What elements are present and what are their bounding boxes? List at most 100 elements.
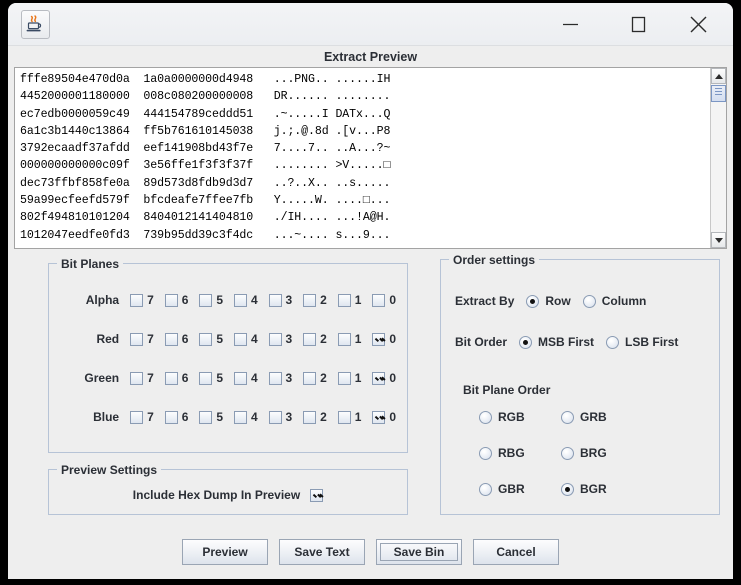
bit-plane-order-radio-grb[interactable] xyxy=(561,410,574,424)
hexdump-text[interactable]: fffe89504e470d0a 1a0a0000000d4948 ...PNG… xyxy=(15,68,710,248)
checkbox-green-bit-0[interactable] xyxy=(372,371,386,385)
extract-by-option-column[interactable]: Column xyxy=(582,294,646,308)
checkbox-green-bit-3[interactable] xyxy=(268,371,282,385)
checkbox-blue-bit-4[interactable] xyxy=(233,410,247,424)
bit-plane-cell-red-2[interactable]: 2 xyxy=(303,332,338,346)
save-text-button[interactable]: Save Text xyxy=(279,539,365,565)
bit-plane-cell-blue-0[interactable]: 0 xyxy=(372,410,407,424)
bit-plane-cell-alpha-2[interactable]: 2 xyxy=(303,293,338,307)
bit-plane-cell-alpha-0[interactable]: 0 xyxy=(372,293,407,307)
bit-plane-cell-red-6[interactable]: 6 xyxy=(164,332,200,346)
checkbox-blue-bit-5[interactable] xyxy=(199,410,213,424)
checkbox-blue-bit-7[interactable] xyxy=(130,410,144,424)
bit-plane-cell-red-7[interactable]: 7 xyxy=(130,332,165,346)
bit-plane-cell-green-0[interactable]: 0 xyxy=(372,371,407,385)
bit-plane-cell-alpha-3[interactable]: 3 xyxy=(268,293,304,307)
checkbox-alpha-bit-1[interactable] xyxy=(337,293,351,307)
checkbox-red-bit-3[interactable] xyxy=(268,332,282,346)
bit-plane-cell-alpha-6[interactable]: 6 xyxy=(164,293,200,307)
bit-plane-order-radio-bgr[interactable] xyxy=(561,482,574,496)
minimize-button[interactable] xyxy=(547,3,593,45)
bit-order-msb-radio[interactable] xyxy=(519,335,533,349)
bit-plane-order-option-bgr[interactable]: BGR xyxy=(561,482,643,496)
checkbox-alpha-bit-3[interactable] xyxy=(268,293,282,307)
bit-plane-cell-green-3[interactable]: 3 xyxy=(268,371,304,385)
bit-order-option-lsb[interactable]: LSB First xyxy=(606,335,678,349)
bit-plane-cell-red-5[interactable]: 5 xyxy=(199,332,234,346)
bit-plane-cell-alpha-5[interactable]: 5 xyxy=(199,293,234,307)
bit-plane-cell-green-1[interactable]: 1 xyxy=(337,371,373,385)
checkbox-green-bit-4[interactable] xyxy=(233,371,247,385)
bit-plane-cell-red-3[interactable]: 3 xyxy=(268,332,304,346)
extract-by-column-radio[interactable] xyxy=(582,294,596,308)
include-hex-dump-checkbox[interactable] xyxy=(310,488,324,502)
bit-plane-order-radio-gbr[interactable] xyxy=(479,482,492,496)
checkbox-blue-bit-3[interactable] xyxy=(268,410,282,424)
bit-order-lsb-radio[interactable] xyxy=(606,335,620,349)
checkbox-green-bit-5[interactable] xyxy=(199,371,213,385)
include-hex-dump-row[interactable]: Include Hex Dump In Preview xyxy=(49,488,407,502)
checkbox-red-bit-4[interactable] xyxy=(233,332,247,346)
checkbox-green-bit-1[interactable] xyxy=(337,371,351,385)
checkbox-green-bit-7[interactable] xyxy=(130,371,144,385)
bit-plane-order-option-rgb[interactable]: RGB xyxy=(479,410,561,424)
bit-plane-cell-blue-4[interactable]: 4 xyxy=(233,410,269,424)
preview-button[interactable]: Preview xyxy=(182,539,268,565)
checkbox-blue-bit-6[interactable] xyxy=(164,410,178,424)
hexdump-vertical-scrollbar[interactable] xyxy=(710,68,726,248)
bit-plane-cell-blue-6[interactable]: 6 xyxy=(164,410,200,424)
maximize-button[interactable] xyxy=(615,3,661,45)
bit-plane-cell-alpha-4[interactable]: 4 xyxy=(233,293,269,307)
bit-plane-cell-blue-7[interactable]: 7 xyxy=(130,410,165,424)
checkbox-red-bit-2[interactable] xyxy=(303,332,317,346)
cancel-button[interactable]: Cancel xyxy=(473,539,559,565)
bit-plane-order-option-gbr[interactable]: GBR xyxy=(479,482,561,496)
checkbox-red-bit-5[interactable] xyxy=(199,332,213,346)
bit-plane-cell-green-6[interactable]: 6 xyxy=(164,371,200,385)
bit-plane-cell-green-5[interactable]: 5 xyxy=(199,371,234,385)
bit-plane-cell-blue-3[interactable]: 3 xyxy=(268,410,304,424)
checkbox-blue-bit-1[interactable] xyxy=(337,410,351,424)
bit-order-option-msb[interactable]: MSB First xyxy=(519,335,594,349)
hexdump-textarea-container[interactable]: fffe89504e470d0a 1a0a0000000d4948 ...PNG… xyxy=(14,67,727,249)
bit-plane-channel-label-green: Green xyxy=(84,371,120,385)
bit-plane-cell-red-1[interactable]: 1 xyxy=(337,332,373,346)
bit-plane-order-option-rbg[interactable]: RBG xyxy=(479,446,561,460)
bit-plane-cell-red-4[interactable]: 4 xyxy=(233,332,269,346)
checkbox-alpha-bit-2[interactable] xyxy=(303,293,317,307)
bit-plane-order-radio-brg[interactable] xyxy=(561,446,574,460)
extract-by-option-row[interactable]: Row xyxy=(526,294,571,308)
close-button[interactable] xyxy=(675,3,721,45)
bit-plane-cell-green-4[interactable]: 4 xyxy=(233,371,269,385)
checkbox-red-bit-7[interactable] xyxy=(130,332,144,346)
checkbox-green-bit-2[interactable] xyxy=(303,371,317,385)
checkbox-alpha-bit-5[interactable] xyxy=(199,293,213,307)
scroll-down-arrow-icon[interactable] xyxy=(711,232,726,248)
save-bin-button[interactable]: Save Bin xyxy=(376,539,462,565)
checkbox-red-bit-1[interactable] xyxy=(337,332,351,346)
checkbox-blue-bit-0[interactable] xyxy=(372,410,386,424)
scroll-up-arrow-icon[interactable] xyxy=(711,68,726,84)
checkbox-alpha-bit-7[interactable] xyxy=(130,293,144,307)
extract-by-row-radio[interactable] xyxy=(526,294,540,308)
bit-plane-order-radio-rbg[interactable] xyxy=(479,446,492,460)
checkbox-green-bit-6[interactable] xyxy=(164,371,178,385)
bit-plane-cell-alpha-1[interactable]: 1 xyxy=(337,293,373,307)
bit-plane-order-radio-rgb[interactable] xyxy=(479,410,492,424)
checkbox-alpha-bit-6[interactable] xyxy=(164,293,178,307)
checkbox-red-bit-0[interactable] xyxy=(372,332,386,346)
checkbox-red-bit-6[interactable] xyxy=(164,332,178,346)
bit-plane-cell-green-2[interactable]: 2 xyxy=(303,371,338,385)
bit-plane-cell-alpha-7[interactable]: 7 xyxy=(130,293,165,307)
bit-plane-order-option-brg[interactable]: BRG xyxy=(561,446,643,460)
checkbox-blue-bit-2[interactable] xyxy=(303,410,317,424)
bit-plane-cell-blue-2[interactable]: 2 xyxy=(303,410,338,424)
bit-plane-cell-blue-5[interactable]: 5 xyxy=(199,410,234,424)
bit-plane-cell-red-0[interactable]: 0 xyxy=(372,332,407,346)
bit-plane-order-option-grb[interactable]: GRB xyxy=(561,410,643,424)
bit-plane-cell-blue-1[interactable]: 1 xyxy=(337,410,373,424)
scrollbar-thumb[interactable] xyxy=(711,85,726,102)
checkbox-alpha-bit-0[interactable] xyxy=(372,293,386,307)
bit-plane-cell-green-7[interactable]: 7 xyxy=(130,371,165,385)
checkbox-alpha-bit-4[interactable] xyxy=(233,293,247,307)
